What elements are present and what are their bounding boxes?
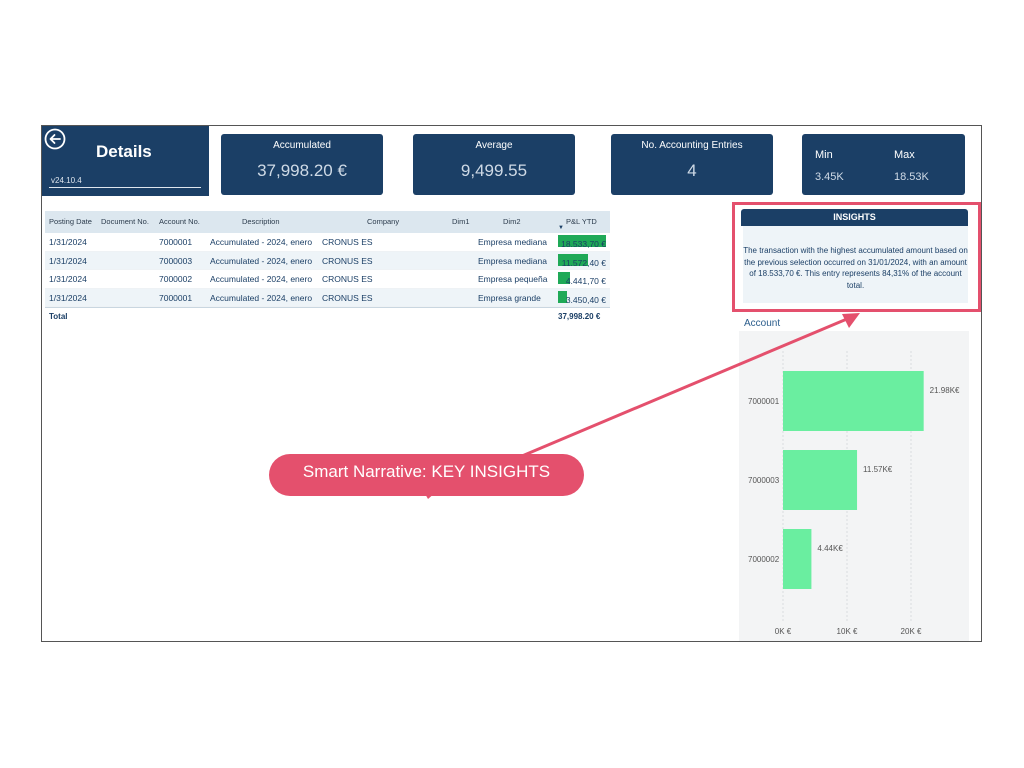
callout-arrow [521, 313, 860, 458]
callout-tail-icon [424, 492, 436, 499]
report-page: Details v24.10.4 Accumulated 37,998.20 €… [41, 125, 982, 642]
smart-narrative-callout: Smart Narrative: KEY INSIGHTS [269, 454, 584, 496]
callout-text: Smart Narrative: KEY INSIGHTS [302, 462, 551, 481]
